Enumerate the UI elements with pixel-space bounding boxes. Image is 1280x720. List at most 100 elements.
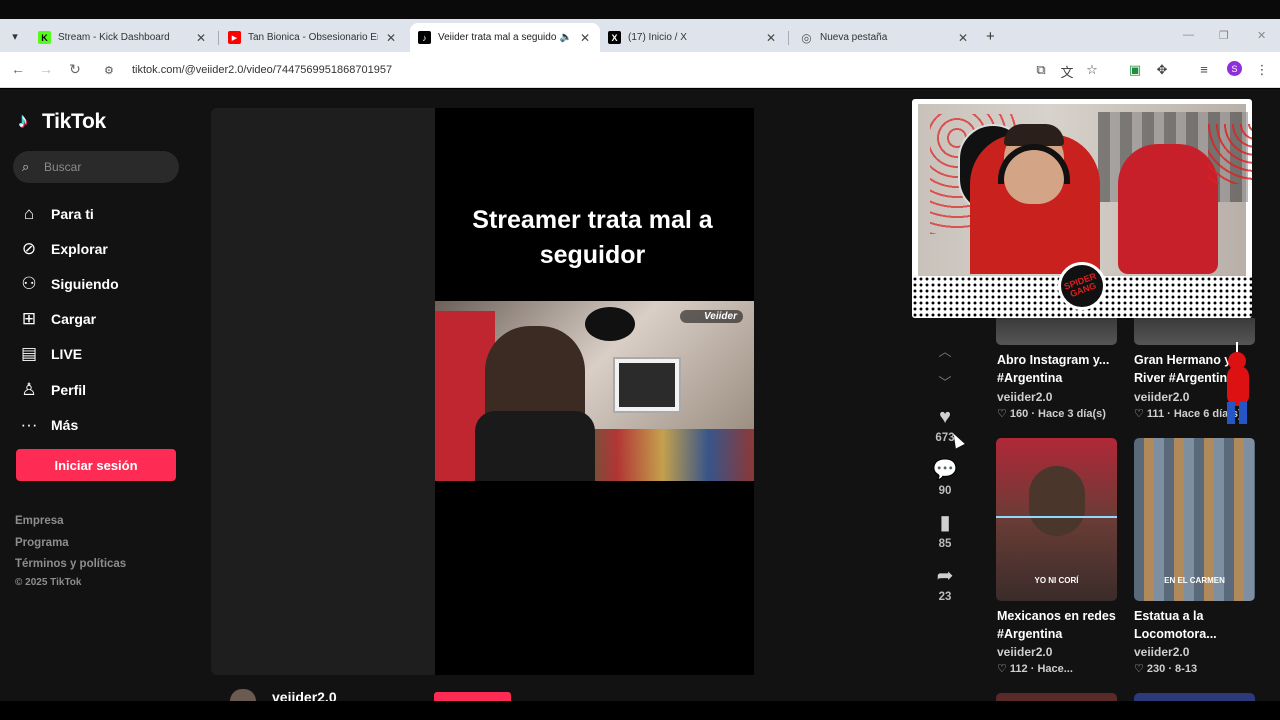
webcam-overlay: SPIDER GANG (912, 99, 1252, 318)
share-action[interactable]: ➦ 23 (925, 563, 965, 603)
sidebar-item-live[interactable]: ▤ LIVE (18, 337, 198, 372)
author-name[interactable]: veiider2.0 (272, 690, 337, 701)
sidebar-item-label: Cargar (51, 311, 97, 328)
search-icon: ⌕ (22, 159, 30, 174)
tab-x[interactable]: X (17) Inicio / X ✕ (600, 23, 786, 52)
related-video-stats: ♡ 112 · Hace... (997, 663, 1073, 675)
restore-icon[interactable]: ❐ (1219, 29, 1229, 42)
webcam-scene (918, 104, 1252, 276)
related-video-title[interactable]: Estatua a la Locomotora... (1134, 607, 1258, 643)
tab-kick[interactable]: K Stream - Kick Dashboard ✕ (30, 23, 216, 52)
reload-icon[interactable]: ↻ (66, 61, 84, 78)
sidebar-item-explorar[interactable]: ⊘ Explorar (18, 231, 198, 266)
search-box[interactable]: ⌕ (13, 151, 179, 183)
chevron-up-icon[interactable]: ︿ (936, 341, 954, 360)
share-arrow-icon: ➦ (936, 565, 954, 587)
video-frame[interactable] (435, 301, 754, 481)
tab-youtube[interactable]: ▶ Tan Bionica - Obsesionario En L ✕ (220, 23, 406, 52)
footer-links: Empresa Programa Términos y políticas (15, 514, 126, 579)
hanging-jacket (1118, 144, 1218, 274)
sidebar-item-siguiendo[interactable]: ⚇ Siguiendo (18, 266, 198, 301)
thumbnail-text: EN EL CARMEN (1164, 576, 1225, 585)
tab-new-tab[interactable]: ◎ Nueva pestaña ✕ (792, 23, 978, 52)
related-video-stats: ♡ 160 · Hace 3 día(s) (997, 408, 1106, 420)
chevron-down-icon[interactable]: ﹀ (936, 372, 954, 391)
save-count: 85 (938, 538, 952, 550)
menu-kebab-icon[interactable]: ⋮ (1254, 62, 1270, 78)
video-thumbnail[interactable] (1134, 693, 1255, 701)
tiktok-logo[interactable]: ♪ TikTok (18, 110, 106, 134)
close-icon[interactable]: ✕ (764, 31, 778, 45)
sticker-body (1227, 366, 1249, 406)
thumbnail-face (1029, 466, 1085, 536)
logo-wordmark: TikTok (42, 110, 106, 133)
site-info-icon[interactable]: ⚙ (104, 64, 120, 77)
minimize-icon[interactable]: — (1183, 29, 1194, 41)
comment-action[interactable]: 💬 90 (925, 457, 965, 497)
related-video-stats: ♡ 230 · 8-13 (1134, 663, 1198, 675)
back-arrow-icon[interactable]: ← (9, 61, 27, 77)
following-icon: ⚇ (21, 273, 37, 293)
speaker-icon[interactable]: 🔈 (560, 32, 572, 43)
tab-search-button[interactable]: ▾ (4, 26, 26, 46)
title-line: Estatua a la (1134, 609, 1204, 623)
video-thumbnail[interactable]: YO NI CORÍ (996, 438, 1117, 601)
sidebar-item-label: Perfil (51, 381, 87, 398)
x-icon: X (608, 31, 621, 44)
tab-tiktok-active[interactable]: ♪ Veiider trata mal a seguidor 🔈 ✕ (410, 23, 600, 52)
spiderman-sticker (1217, 342, 1257, 426)
footer-link-empresa[interactable]: Empresa (15, 514, 126, 536)
close-icon[interactable]: ✕ (578, 31, 592, 45)
video-thumbnail[interactable] (1134, 318, 1255, 345)
translate-icon[interactable]: 文 (1059, 62, 1075, 81)
forward-arrow-icon[interactable]: → (37, 61, 55, 77)
related-video-author[interactable]: veiider2.0 (1134, 645, 1189, 659)
sidebar-item-mas[interactable]: ··· Más (18, 407, 198, 442)
sidebar-item-para-ti[interactable]: ⌂ Para ti (18, 196, 198, 231)
related-video-author[interactable]: veiider2.0 (997, 390, 1052, 404)
browser-toolbar: ← → ↻ ⚙ tiktok.com/@veiider2.0/video/744… (0, 52, 1280, 88)
badge-lettering: SPIDER GANG (1062, 270, 1098, 300)
video-thumbnail[interactable] (996, 318, 1117, 345)
related-video-author[interactable]: veiider2.0 (1134, 390, 1189, 404)
install-app-icon[interactable]: ⧉ (1033, 62, 1049, 78)
footer-link-programa[interactable]: Programa (15, 536, 126, 558)
sidebar-item-cargar[interactable]: ⊞ Cargar (18, 302, 198, 337)
window-close-icon[interactable]: ✕ (1257, 29, 1266, 42)
title-line: Mexicanos en redes (997, 609, 1116, 623)
tab-title: Tan Bionica - Obsesionario En L (248, 32, 378, 43)
wall-poster-image (619, 363, 675, 407)
new-tab-button[interactable]: + (986, 28, 995, 45)
url-text: tiktok.com/@veiider2.0/video/74475699518… (132, 64, 393, 76)
screen-top-border (0, 0, 1280, 19)
extensions-puzzle-icon[interactable]: ✥ (1154, 62, 1170, 78)
media-controls-icon[interactable]: ≡ (1196, 62, 1212, 77)
extension-green-icon[interactable]: ▣ (1127, 62, 1143, 78)
sidebar-item-perfil[interactable]: ♙ Perfil (18, 372, 198, 407)
related-video-title[interactable]: Abro Instagram y... #Argentina (997, 351, 1121, 387)
video-thumbnail[interactable]: EN EL CARMEN (1134, 438, 1255, 601)
follow-button[interactable] (434, 692, 511, 701)
stats-text: 230 · 8-13 (1146, 663, 1198, 675)
profile-initial: S (1231, 63, 1238, 74)
search-input[interactable] (44, 160, 164, 174)
bookmark-star-icon[interactable]: ☆ (1084, 62, 1100, 78)
tab-separator (218, 31, 219, 45)
login-button[interactable]: Iniciar sesión (16, 449, 176, 481)
figurines-shelf (571, 429, 754, 481)
close-icon[interactable]: ✕ (384, 31, 398, 45)
kick-icon: K (38, 31, 51, 44)
profile-avatar[interactable]: S (1227, 61, 1242, 76)
copyright: © 2025 TikTok (15, 577, 82, 588)
close-icon[interactable]: ✕ (194, 31, 208, 45)
related-video-title[interactable]: Mexicanos en redes #Argentina (997, 607, 1121, 643)
address-bar[interactable]: ⚙ tiktok.com/@veiider2.0/video/744756995… (98, 57, 1118, 83)
sidebar-nav: ⌂ Para ti ⊘ Explorar ⚇ Siguiendo ⊞ Carga… (18, 196, 198, 442)
close-icon[interactable]: ✕ (956, 31, 970, 45)
save-action[interactable]: ▮ 85 (925, 510, 965, 550)
footer-link-terminos[interactable]: Términos y políticas (15, 557, 126, 579)
video-thumbnail[interactable] (996, 693, 1117, 701)
comment-count: 90 (938, 485, 952, 497)
related-video-author[interactable]: veiider2.0 (997, 645, 1052, 659)
title-line: #Argentina (997, 371, 1063, 385)
